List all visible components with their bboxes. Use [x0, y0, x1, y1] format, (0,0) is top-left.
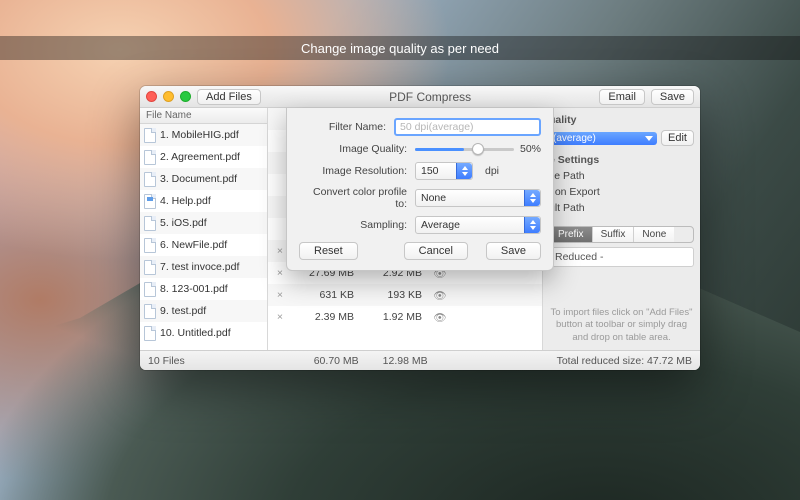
remove-icon[interactable]: × — [274, 289, 286, 301]
file-row[interactable]: 6. NewFile.pdf — [140, 234, 267, 256]
pdf-icon — [144, 216, 156, 231]
segment-prefix[interactable]: Prefix — [550, 227, 593, 242]
status-reduced-total: 12.98 MB — [383, 355, 428, 367]
pdf-icon — [144, 150, 156, 165]
segment-none[interactable]: None — [634, 227, 674, 242]
file-label: 10. Untitled.pdf — [160, 327, 263, 339]
file-list[interactable]: 1. MobileHIG.pdf 2. Agreement.pdf 3. Doc… — [140, 124, 267, 350]
filter-name-label: Filter Name: — [299, 121, 386, 133]
import-hint: To import files click on "Add Files" but… — [549, 307, 694, 344]
color-profile-select[interactable]: None — [415, 189, 541, 207]
orig-size: 631 KB — [296, 289, 354, 301]
file-label: 5. iOS.pdf — [160, 217, 263, 229]
image-quality-value: 50% — [520, 143, 541, 155]
file-list-header: File Name — [140, 108, 267, 124]
settings-panel: uality (average) Edit e Settings ce Path… — [542, 108, 700, 350]
status-file-count: 10 Files — [148, 355, 185, 367]
naming-segment[interactable]: Prefix Suffix None — [549, 226, 694, 243]
titlebar: Add Files PDF Compress Email Save — [140, 86, 700, 108]
image-resolution-value: 150 — [416, 165, 456, 177]
file-row[interactable]: 3. Document.pdf — [140, 168, 267, 190]
file-label: 3. Document.pdf — [160, 173, 263, 185]
chevron-down-icon — [645, 136, 653, 141]
save-button[interactable]: Save — [651, 89, 694, 105]
slider-thumb-icon[interactable] — [472, 143, 484, 155]
file-label: 1. MobileHIG.pdf — [160, 129, 263, 141]
color-profile-value: None — [416, 192, 524, 204]
file-list-panel: File Name 1. MobileHIG.pdf 2. Agreement.… — [140, 108, 268, 350]
pdf-icon — [144, 128, 156, 143]
pdf-icon — [144, 260, 156, 275]
filter-settings-sheet: Filter Name: Image Quality: 50% Image Re… — [286, 108, 554, 271]
file-label: 7. test invoce.pdf — [160, 261, 263, 273]
remove-icon[interactable]: × — [274, 311, 286, 323]
segment-suffix[interactable]: Suffix — [593, 227, 635, 242]
zoom-icon[interactable] — [180, 91, 191, 102]
file-row[interactable]: 4. Help.pdf — [140, 190, 267, 212]
file-row[interactable]: 7. test invoce.pdf — [140, 256, 267, 278]
filter-name-input[interactable] — [394, 118, 541, 136]
app-window: Add Files PDF Compress Email Save File N… — [140, 86, 700, 370]
sheet-save-button[interactable]: Save — [486, 242, 541, 260]
pdf-icon — [144, 326, 156, 341]
resolution-unit: dpi — [485, 165, 499, 177]
quality-select-value: (average) — [553, 133, 596, 144]
status-bar: 10 Files 60.70 MB 12.98 MB Total reduced… — [140, 350, 700, 370]
path-option[interactable]: ult Path — [549, 202, 694, 214]
reduced-size: 193 KB — [364, 289, 422, 301]
cancel-button[interactable]: Cancel — [404, 242, 468, 260]
image-quality-slider[interactable]: 50% — [415, 142, 541, 156]
pdf-icon — [144, 194, 156, 209]
path-option[interactable]: ce Path — [549, 170, 694, 182]
file-row[interactable]: 1. MobileHIG.pdf — [140, 124, 267, 146]
quality-select[interactable]: (average) — [549, 132, 657, 145]
image-resolution-label: Image Resolution: — [299, 165, 407, 177]
preview-icon[interactable]: 👁 — [432, 311, 448, 324]
file-label: 9. test.pdf — [160, 305, 263, 317]
pdf-icon — [144, 304, 156, 319]
minimize-icon[interactable] — [163, 91, 174, 102]
file-label: 4. Help.pdf — [160, 195, 263, 207]
sampling-select[interactable]: Average — [415, 216, 541, 234]
orig-size: 2.39 MB — [296, 311, 354, 323]
preview-icon[interactable]: 👁 — [432, 289, 448, 302]
window-controls — [146, 91, 191, 102]
edit-button[interactable]: Edit — [661, 130, 694, 146]
size-row: × 2.39 MB 1.92 MB 👁 — [268, 306, 542, 328]
overlay-caption: Change image quality as per need — [0, 36, 800, 60]
window-title: PDF Compress — [267, 90, 594, 104]
file-row[interactable]: 10. Untitled.pdf — [140, 322, 267, 344]
reset-button[interactable]: Reset — [299, 242, 358, 260]
file-row[interactable]: 2. Agreement.pdf — [140, 146, 267, 168]
status-orig-total: 60.70 MB — [314, 355, 359, 367]
quality-heading: uality — [549, 114, 694, 126]
email-button[interactable]: Email — [599, 89, 645, 105]
remove-icon[interactable]: × — [274, 245, 286, 257]
path-option[interactable]: t on Export — [549, 186, 694, 198]
remove-icon[interactable]: × — [274, 267, 286, 279]
file-row[interactable]: 9. test.pdf — [140, 300, 267, 322]
sampling-value: Average — [416, 219, 524, 231]
pdf-icon — [144, 238, 156, 253]
image-resolution-select[interactable]: 150 — [415, 162, 473, 180]
sampling-label: Sampling: — [299, 219, 407, 231]
size-row: × 631 KB 193 KB 👁 — [268, 284, 542, 306]
pdf-icon — [144, 172, 156, 187]
file-row[interactable]: 8. 123-001.pdf — [140, 278, 267, 300]
reduced-size: 1.92 MB — [364, 311, 422, 323]
color-profile-label: Convert color profile to: — [299, 186, 407, 210]
add-files-button[interactable]: Add Files — [197, 89, 261, 105]
file-label: 6. NewFile.pdf — [160, 239, 263, 251]
file-label: 8. 123-001.pdf — [160, 283, 263, 295]
status-summary: Total reduced size: 47.72 MB — [557, 355, 692, 367]
pdf-icon — [144, 282, 156, 297]
naming-field[interactable]: Reduced - — [549, 247, 694, 267]
image-quality-label: Image Quality: — [299, 143, 407, 155]
file-label: 2. Agreement.pdf — [160, 151, 263, 163]
file-row[interactable]: 5. iOS.pdf — [140, 212, 267, 234]
close-icon[interactable] — [146, 91, 157, 102]
path-settings-heading: e Settings — [549, 154, 694, 166]
